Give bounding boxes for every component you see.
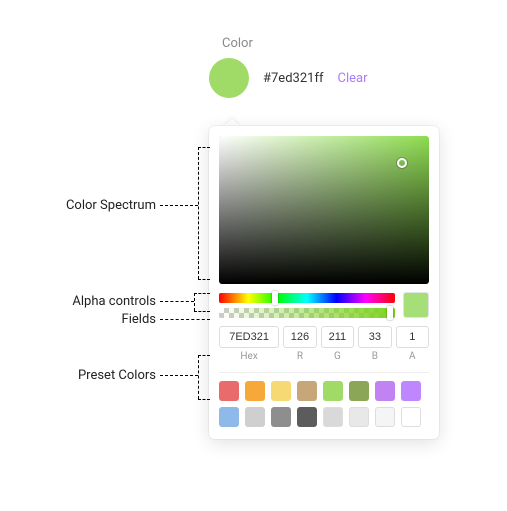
a-label: A xyxy=(396,351,429,362)
leader-line xyxy=(160,301,194,302)
r-label: R xyxy=(283,351,316,362)
preset-swatch[interactable] xyxy=(349,381,369,401)
preset-swatch[interactable] xyxy=(349,407,369,427)
preset-swatch[interactable] xyxy=(401,381,421,401)
bracket-line xyxy=(194,293,195,311)
hue-slider-thumb[interactable] xyxy=(272,291,278,305)
leader-line xyxy=(160,205,198,206)
preset-swatch[interactable] xyxy=(271,407,291,427)
b-field[interactable] xyxy=(358,326,391,348)
g-label: G xyxy=(321,351,354,362)
preset-swatch[interactable] xyxy=(375,407,395,427)
hex-label: Hex xyxy=(219,351,279,362)
preset-swatch[interactable] xyxy=(323,407,343,427)
bracket-tick xyxy=(198,147,210,148)
fields-row: Hex R G B A xyxy=(219,326,429,362)
leader-line xyxy=(160,375,198,376)
annotation-alpha: Alpha controls xyxy=(36,294,156,309)
hex-display: #7ed321ff xyxy=(263,71,324,86)
preset-swatch[interactable] xyxy=(323,381,343,401)
bracket-tick xyxy=(198,399,210,400)
preset-swatch[interactable] xyxy=(219,381,239,401)
bracket-line xyxy=(198,147,199,279)
preset-swatch[interactable] xyxy=(219,407,239,427)
a-field[interactable] xyxy=(396,326,429,348)
b-label: B xyxy=(358,351,391,362)
clear-button[interactable]: Clear xyxy=(338,71,368,86)
current-color-swatch xyxy=(403,292,429,318)
r-field[interactable] xyxy=(283,326,316,348)
g-field[interactable] xyxy=(321,326,354,348)
hex-field[interactable] xyxy=(219,326,279,348)
color-label: Color xyxy=(222,36,253,51)
color-swatch-circle[interactable] xyxy=(209,58,249,98)
preset-swatch[interactable] xyxy=(401,407,421,427)
annotation-spectrum: Color Spectrum xyxy=(36,198,156,213)
preset-swatch[interactable] xyxy=(297,407,317,427)
preset-colors xyxy=(219,381,429,427)
bracket-tick xyxy=(198,355,210,356)
color-picker-panel: Hex R G B A xyxy=(209,126,439,439)
preset-swatch[interactable] xyxy=(297,381,317,401)
bracket-tick xyxy=(198,279,210,280)
popover-caret xyxy=(224,118,240,126)
alpha-slider-thumb[interactable] xyxy=(387,306,393,320)
bracket-tick xyxy=(194,293,210,294)
hue-slider[interactable] xyxy=(219,293,395,303)
leader-line xyxy=(160,319,210,320)
bracket-tick xyxy=(194,311,210,312)
preset-swatch[interactable] xyxy=(375,381,395,401)
preset-swatch[interactable] xyxy=(271,381,291,401)
preset-swatch[interactable] xyxy=(245,381,265,401)
spectrum-handle[interactable] xyxy=(397,158,407,168)
annotation-fields: Fields xyxy=(36,312,156,327)
annotation-presets: Preset Colors xyxy=(36,368,156,383)
preset-swatch[interactable] xyxy=(245,407,265,427)
alpha-slider[interactable] xyxy=(219,308,395,318)
divider xyxy=(219,372,429,373)
bracket-line xyxy=(198,355,199,399)
color-spectrum[interactable] xyxy=(219,136,429,284)
